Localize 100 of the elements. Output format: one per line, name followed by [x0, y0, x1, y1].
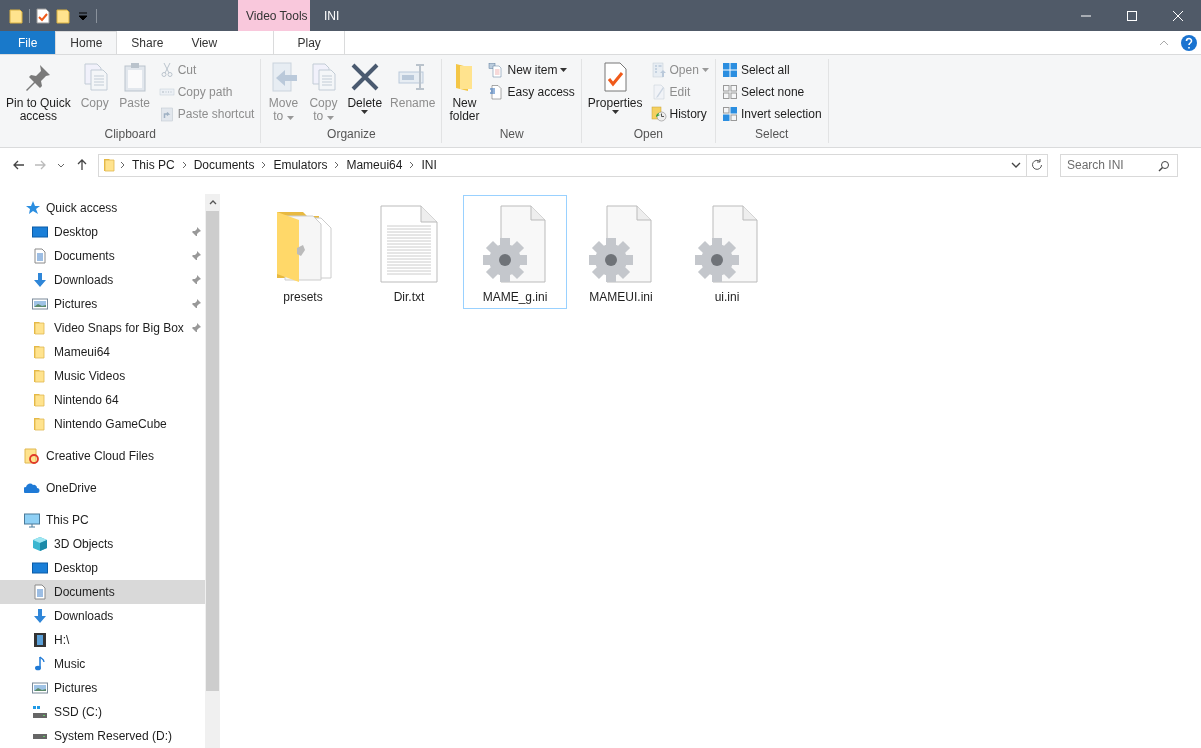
chevron-icon: [409, 161, 415, 169]
nav-item[interactable]: H:\: [0, 628, 205, 652]
scrollbar[interactable]: [205, 194, 220, 748]
ribbon-button[interactable]: Pin to Quick access: [3, 59, 74, 125]
nav-item[interactable]: Quick access: [0, 196, 205, 220]
file-item[interactable]: MAME_g.ini: [463, 195, 567, 309]
nav-item[interactable]: Creative Cloud Files: [0, 444, 205, 468]
ribbon-button[interactable]: Select none: [718, 82, 825, 102]
nav-item[interactable]: Desktop: [0, 556, 205, 580]
edit-icon: [650, 84, 667, 100]
search-icon: [1158, 159, 1170, 172]
chevron-down-icon[interactable]: [1011, 162, 1021, 168]
ribbon-button[interactable]: Select all: [718, 60, 825, 80]
up-icon[interactable]: [75, 159, 88, 171]
desktop-icon: [32, 224, 48, 240]
scroll-up-icon[interactable]: [208, 200, 217, 205]
ribbon-button[interactable]: Invert selection: [718, 104, 825, 124]
group-label: Select: [754, 127, 790, 143]
nav-item[interactable]: Music: [0, 652, 205, 676]
film-icon: [32, 632, 48, 648]
nav-item[interactable]: Documents: [0, 244, 205, 268]
group-label: New: [498, 127, 525, 143]
folder-icon: [32, 368, 48, 384]
address-bar[interactable]: This PC Documents Emulators Mameui64 INI: [98, 153, 1048, 177]
file-item[interactable]: Dir.txt: [357, 195, 461, 309]
breadcrumb[interactable]: INI: [416, 158, 442, 172]
nav-item[interactable]: System Reserved (D:): [0, 724, 205, 748]
nav-item[interactable]: SSD (C:): [0, 700, 205, 724]
nav-item[interactable]: Pictures: [0, 676, 205, 700]
nav-item-label: This PC: [46, 513, 89, 527]
file-item[interactable]: MAMEUI.ini: [569, 195, 673, 309]
nav-item-label: 3D Objects: [54, 537, 114, 551]
picture-icon: [32, 680, 48, 696]
nav-item[interactable]: Nintendo 64: [0, 388, 205, 412]
ribbon-tab[interactable]: Share: [117, 31, 178, 54]
search-field[interactable]: Search INI: [1060, 153, 1178, 177]
new-item-icon: [488, 62, 505, 78]
breadcrumb[interactable]: Mameui64: [341, 158, 408, 172]
breadcrumb[interactable]: Emulators: [268, 158, 333, 172]
nav-item-label: Pictures: [54, 297, 98, 311]
ribbon-tab[interactable]: View: [177, 31, 232, 54]
grid-icon: [721, 84, 738, 100]
drive-icon: [32, 704, 48, 720]
group-label: Clipboard: [103, 127, 157, 143]
nav-item[interactable]: Downloads: [0, 268, 205, 292]
monitor-icon: [24, 512, 40, 528]
group-label: Organize: [326, 127, 377, 143]
star-icon: [24, 200, 40, 216]
desktop-icon: [32, 560, 48, 576]
chevron-icon: [261, 161, 267, 169]
cloud-folder-icon: [24, 448, 40, 464]
nav-item[interactable]: OneDrive: [0, 476, 205, 500]
file-item[interactable]: ui.ini: [675, 195, 779, 309]
download-arrow-icon: [32, 272, 48, 288]
nav-item-label: Nintendo 64: [54, 393, 119, 407]
nav-item[interactable]: Downloads: [0, 604, 205, 628]
refresh-icon[interactable]: [1031, 159, 1043, 171]
ribbon-button[interactable]: New folder: [445, 59, 484, 125]
nav-item[interactable]: Pictures: [0, 292, 205, 316]
folder-icon[interactable]: [56, 7, 70, 24]
ribbon-button[interactable]: New item: [485, 60, 578, 80]
nav-item[interactable]: Music Videos: [0, 364, 205, 388]
cube-icon: [32, 536, 48, 552]
ribbon-button[interactable]: Properties: [584, 59, 646, 116]
chevron-icon: [334, 161, 340, 169]
nav-item[interactable]: Mameui64: [0, 340, 205, 364]
open-icon: [650, 62, 667, 78]
nav-item-label: SSD (C:): [54, 705, 102, 719]
ribbon-button[interactable]: Delete: [344, 59, 386, 116]
file-item[interactable]: presets: [251, 195, 355, 309]
properties-icon[interactable]: [36, 7, 50, 24]
nav-item[interactable]: Documents: [0, 580, 205, 604]
nav-item[interactable]: 3D Objects: [0, 532, 205, 556]
settings-file-icon: [483, 202, 547, 286]
nav-item[interactable]: Nintendo GameCube: [0, 412, 205, 436]
nav-item[interactable]: Video Snaps for Big Box: [0, 316, 205, 340]
ribbon-tab[interactable]: Home: [55, 31, 118, 54]
drive-icon: [32, 733, 48, 739]
nav-item-label: Mameui64: [54, 345, 111, 359]
nav-item-label: Desktop: [54, 225, 99, 239]
nav-item[interactable]: This PC: [0, 508, 205, 532]
back-icon[interactable]: [12, 159, 25, 171]
nav-item-label: OneDrive: [46, 481, 97, 495]
breadcrumb[interactable]: Documents: [188, 158, 260, 172]
ribbon-tab[interactable]: File: [0, 31, 56, 54]
breadcrumb[interactable]: This PC: [127, 158, 180, 172]
contextual-tab-label: Video Tools: [238, 0, 310, 31]
nav-item-label: Documents: [54, 585, 115, 599]
nav-item[interactable]: Desktop: [0, 220, 205, 244]
close-icon[interactable]: [1173, 10, 1183, 21]
folder-icon: [32, 320, 48, 336]
folder-icon[interactable]: [9, 7, 23, 24]
chevron-down-icon[interactable]: [56, 162, 65, 168]
ribbon-tab[interactable]: Play: [273, 31, 346, 54]
ribbon-button[interactable]: History: [647, 104, 712, 124]
maximize-icon[interactable]: [1127, 10, 1137, 21]
help-icon[interactable]: [1181, 34, 1197, 51]
ribbon-button[interactable]: Easy access: [485, 82, 578, 102]
settings-file-icon: [695, 202, 759, 286]
nav-item-label: Desktop: [54, 561, 99, 575]
